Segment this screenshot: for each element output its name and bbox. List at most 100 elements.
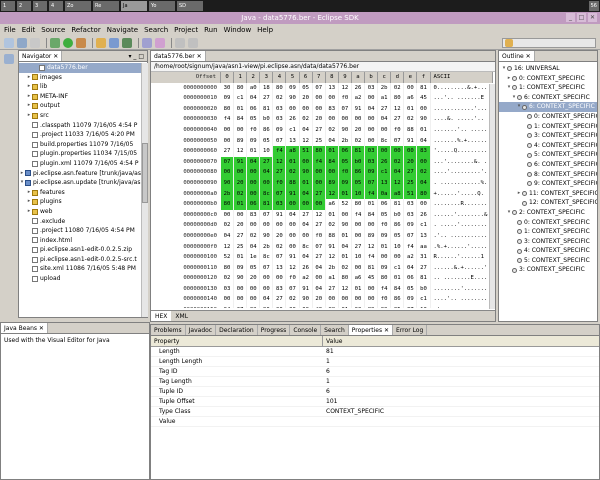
hex-byte[interactable]: 26 xyxy=(378,156,392,168)
hex-byte[interactable]: c1 xyxy=(417,220,431,231)
hex-byte[interactable]: 26 xyxy=(286,114,300,125)
hex-byte[interactable]: f0 xyxy=(313,230,326,242)
hex-byte[interactable]: 91 xyxy=(300,283,313,295)
hex-byte[interactable]: 25 xyxy=(234,241,248,253)
hex-byte[interactable]: 90 xyxy=(339,220,352,231)
outline-item[interactable]: ▸ 11: CONTEXT_SPECIFIC xyxy=(499,189,597,199)
hex-byte[interactable]: 80 xyxy=(234,82,248,94)
hex-byte[interactable]: 00 xyxy=(313,103,326,115)
hex-byte[interactable]: 00 xyxy=(365,294,379,306)
hex-byte[interactable]: 80 xyxy=(391,93,405,104)
hex-byte[interactable]: 27 xyxy=(234,305,248,308)
hex-byte[interactable]: 06 xyxy=(404,273,418,284)
hex-byte[interactable]: 00 xyxy=(300,103,313,115)
hex-byte[interactable]: 00 xyxy=(352,220,366,231)
hex-byte[interactable]: 27 xyxy=(404,167,418,178)
hex-byte[interactable]: 00 xyxy=(313,273,326,284)
hex-byte[interactable]: 00 xyxy=(247,167,261,178)
hex-byte[interactable]: 00 xyxy=(365,124,379,136)
hex-byte[interactable]: 52 xyxy=(339,199,352,210)
tab-xml[interactable]: XML xyxy=(171,311,192,321)
hex-byte[interactable]: 05 xyxy=(300,82,313,94)
hex-byte[interactable]: 90 xyxy=(339,124,352,136)
hex-byte[interactable]: 09 xyxy=(221,93,235,104)
hex-byte[interactable]: 03 xyxy=(273,103,287,115)
hex-byte[interactable]: 01 xyxy=(391,273,405,284)
hex-byte[interactable]: 91 xyxy=(286,188,300,200)
hex-byte[interactable]: 91 xyxy=(352,103,366,115)
outline-item[interactable]: 4: CONTEXT_SPECIFIC xyxy=(499,141,597,151)
hex-byte[interactable]: 06 xyxy=(247,199,261,210)
hex-byte[interactable]: 02 xyxy=(326,124,339,136)
hex-byte[interactable]: 83 xyxy=(417,146,431,157)
hex-byte[interactable]: 00 xyxy=(286,199,300,210)
hex-byte[interactable]: 00 xyxy=(378,146,392,157)
hex-byte[interactable]: 02 xyxy=(221,273,235,284)
hex-byte[interactable]: 51 xyxy=(404,188,418,200)
hex-byte[interactable]: 02 xyxy=(339,262,352,274)
hex-byte[interactable]: 81 xyxy=(260,103,274,115)
hex-byte[interactable]: a0 xyxy=(247,82,261,94)
hex-byte[interactable]: f0 xyxy=(286,273,300,284)
outline-item[interactable]: 8: CONTEXT_SPECIFIC xyxy=(499,170,597,180)
hex-byte[interactable]: 09 xyxy=(286,82,300,94)
hex-byte[interactable]: 00 xyxy=(234,294,248,306)
hex-byte[interactable]: 06 xyxy=(378,199,392,210)
hex-byte[interactable]: a6 xyxy=(404,93,418,104)
hex-byte[interactable]: 00 xyxy=(260,177,274,189)
hex-byte[interactable]: 07 xyxy=(313,82,326,94)
hex-byte[interactable]: 05 xyxy=(247,262,261,274)
hex-byte[interactable]: 00 xyxy=(339,114,352,125)
hex-byte[interactable]: 00 xyxy=(234,209,248,221)
open-type-icon[interactable] xyxy=(142,37,152,48)
hex-byte[interactable]: 84 xyxy=(325,156,339,168)
hex-byte[interactable]: a6 xyxy=(326,199,339,210)
navigator-item[interactable]: pi.eclipse.asn1-edit-0.0.2.5-src.t xyxy=(19,255,141,265)
hex-byte[interactable]: 07 xyxy=(365,177,379,189)
hex-byte[interactable]: 20 xyxy=(300,93,313,104)
hex-byte[interactable]: 04 xyxy=(286,209,300,221)
hex-byte[interactable]: 09 xyxy=(234,262,248,274)
hex-byte[interactable]: a6 xyxy=(352,273,366,284)
hex-byte[interactable]: 12 xyxy=(326,252,339,263)
hex-byte[interactable]: 07 xyxy=(260,209,274,221)
hex-byte[interactable]: 07 xyxy=(391,135,405,147)
hex-byte[interactable]: 00 xyxy=(286,241,300,253)
hex-byte[interactable]: 00 xyxy=(312,167,326,178)
hex-byte[interactable]: 04 xyxy=(378,114,392,125)
hex-byte[interactable]: 26 xyxy=(417,209,431,221)
hex-byte[interactable]: 02 xyxy=(326,220,339,231)
hex-byte[interactable]: 89 xyxy=(365,305,379,308)
hex-byte[interactable]: 90 xyxy=(260,305,274,308)
hex-byte[interactable]: 2b xyxy=(326,262,339,274)
hex-byte[interactable]: 04 xyxy=(391,167,405,178)
restore-view-icon[interactable] xyxy=(4,54,14,64)
hex-row[interactable]: 000000015004270290200000f088010089090507… xyxy=(151,305,495,308)
hex-row[interactable]: 0000000080 00 00 00 04 27 02 90 00 00 f0 86 09 c1 04 27… xyxy=(151,167,495,178)
hex-byte[interactable]: 09 xyxy=(247,135,261,147)
hex-byte[interactable]: 00 xyxy=(299,156,313,168)
hex-byte[interactable]: 01 xyxy=(234,199,248,210)
tab-navigator[interactable]: Navigator ✕ xyxy=(19,51,63,61)
tab-error-log[interactable]: Error Log xyxy=(393,325,428,335)
hex-byte[interactable]: 09 xyxy=(404,220,418,231)
forward-icon[interactable] xyxy=(188,37,198,48)
hex-byte[interactable]: a8 xyxy=(286,146,300,157)
navigator-item[interactable]: ▸ plugins xyxy=(19,197,141,207)
hex-byte[interactable]: 00 xyxy=(352,262,366,274)
tab-problems[interactable]: Problems xyxy=(151,325,186,335)
hex-byte[interactable]: 06 xyxy=(247,103,261,115)
hex-byte[interactable]: 45 xyxy=(365,273,379,284)
hex-byte[interactable]: 01 xyxy=(339,305,352,308)
maximize-icon[interactable]: □ xyxy=(577,13,586,22)
navigator-item[interactable]: ▸ images xyxy=(19,73,141,83)
hex-byte[interactable]: 04 xyxy=(365,103,379,115)
navigator-item[interactable]: .classpath 11079 7/16/05 4:54 P xyxy=(19,121,141,131)
hex-byte[interactable]: 01 xyxy=(299,177,313,189)
outline-item[interactable]: 5: CONTEXT_SPECIFIC xyxy=(499,256,597,266)
hex-byte[interactable]: 04 xyxy=(300,252,313,263)
navigator-item[interactable]: index.html xyxy=(19,236,141,246)
property-row[interactable]: Value xyxy=(151,417,599,427)
hex-byte[interactable]: 01 xyxy=(234,103,248,115)
hex-byte[interactable]: 84 xyxy=(391,283,405,295)
